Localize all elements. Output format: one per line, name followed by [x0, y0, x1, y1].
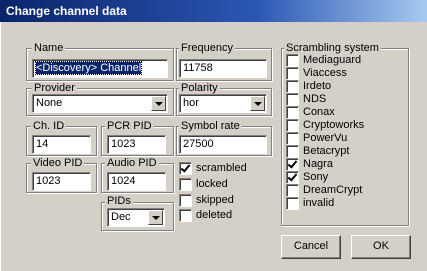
ch-id-label: Ch. ID — [31, 120, 67, 132]
scrambling-mediaguard-checkbox[interactable]: Mediaguard — [286, 54, 361, 67]
scrambling-cryptoworks-checkbox[interactable]: Cryptoworks — [286, 119, 364, 132]
scrambling-dreamcrypt-checkbox[interactable]: DreamCrypt — [286, 184, 362, 197]
checkbox-box[interactable] — [286, 54, 299, 67]
audio-pid-label: Audio PID — [105, 157, 159, 169]
ok-button[interactable]: OK — [351, 235, 411, 259]
audio-pid-field[interactable]: 1024 — [107, 172, 166, 191]
chevron-down-icon[interactable] — [250, 96, 265, 111]
pids-label: PIDs — [105, 195, 133, 207]
powervu-label: PowerVu — [303, 132, 348, 144]
checkbox-box[interactable] — [286, 67, 299, 80]
symbol-rate-label: Symbol rate — [179, 120, 242, 132]
provider-label: Provider — [32, 82, 77, 94]
polarity-dropdown[interactable]: hor — [179, 94, 267, 113]
checkbox-box[interactable] — [286, 184, 299, 197]
checkbox-box[interactable] — [179, 209, 192, 222]
checkbox-box[interactable] — [286, 132, 299, 145]
scrambled-label: scrambled — [196, 162, 247, 174]
scrambling-invalid-checkbox[interactable]: invalid — [286, 197, 334, 210]
polarity-label: Polarity — [179, 82, 220, 94]
scrambling-viaccess-checkbox[interactable]: Viaccess — [286, 67, 347, 80]
nds-label: NDS — [303, 93, 327, 105]
checkbox-box[interactable] — [286, 93, 299, 106]
nagra-label: Nagra — [303, 158, 333, 170]
provider-value: None — [36, 97, 63, 109]
ch-id-field[interactable]: 14 — [32, 135, 91, 154]
viaccess-label: Viaccess — [303, 67, 347, 79]
name-label: Name — [32, 42, 66, 54]
chevron-down-icon[interactable] — [148, 210, 163, 225]
scrambled-checkbox[interactable]: scrambled — [179, 162, 247, 175]
pcr-pid-label: PCR PID — [105, 120, 154, 132]
scrambling-betacrypt-checkbox[interactable]: Betacrypt — [286, 145, 349, 158]
betacrypt-label: Betacrypt — [303, 145, 350, 157]
deleted-label: deleted — [196, 209, 233, 221]
checkbox-box[interactable] — [286, 106, 299, 119]
scrambling-sony-checkbox[interactable]: Sony — [286, 171, 328, 184]
checkbox-box[interactable] — [286, 145, 299, 158]
scrambling-nagra-checkbox[interactable]: Nagra — [286, 158, 333, 171]
checkbox-box[interactable] — [286, 197, 299, 210]
scrambling-label: Scrambling system — [284, 42, 381, 54]
dialog-body: Name <Discovery> Channel Frequency 11758… — [0, 22, 427, 271]
window-title: Change channel data — [0, 0, 427, 22]
scrambling-nds-checkbox[interactable]: NDS — [286, 93, 326, 106]
video-pid-label: Video PID — [31, 157, 85, 169]
scrambling-conax-checkbox[interactable]: Conax — [286, 106, 335, 119]
skipped-checkbox[interactable]: skipped — [179, 194, 234, 207]
name-field[interactable]: <Discovery> Channel — [32, 59, 168, 78]
checkbox-box[interactable] — [286, 171, 299, 184]
invalid-label: invalid — [303, 197, 335, 209]
checkbox-box[interactable] — [286, 158, 299, 171]
checkbox-box[interactable] — [179, 162, 192, 175]
conax-label: Conax — [303, 106, 335, 118]
frequency-field[interactable]: 11758 — [179, 59, 267, 78]
dreamcrypt-label: DreamCrypt — [303, 184, 363, 196]
checkbox-box[interactable] — [179, 194, 192, 207]
provider-dropdown[interactable]: None — [32, 94, 168, 113]
name-value: <Discovery> Channel — [34, 61, 143, 75]
pids-dropdown[interactable]: Dec — [107, 208, 165, 227]
skipped-label: skipped — [196, 194, 234, 206]
checkbox-box[interactable] — [286, 119, 299, 132]
chevron-down-icon[interactable] — [151, 96, 166, 111]
locked-label: locked — [196, 178, 228, 190]
pids-value: Dec — [111, 211, 131, 223]
deleted-checkbox[interactable]: deleted — [179, 209, 232, 222]
scrambling-irdeto-checkbox[interactable]: Irdeto — [286, 80, 331, 93]
pcr-pid-field[interactable]: 1023 — [107, 135, 166, 154]
cryptoworks-label: Cryptoworks — [303, 119, 365, 131]
sony-label: Sony — [303, 171, 329, 183]
scrambling-powervu-checkbox[interactable]: PowerVu — [286, 132, 347, 145]
frequency-label: Frequency — [179, 42, 235, 54]
checkbox-box[interactable] — [286, 80, 299, 93]
cancel-button[interactable]: Cancel — [281, 235, 341, 259]
irdeto-label: Irdeto — [303, 80, 332, 92]
symbol-rate-field[interactable]: 27500 — [179, 135, 267, 154]
video-pid-field[interactable]: 1023 — [32, 172, 91, 191]
checkbox-box[interactable] — [179, 178, 192, 191]
locked-checkbox[interactable]: locked — [179, 178, 228, 191]
mediaguard-label: Mediaguard — [303, 54, 362, 66]
polarity-value: hor — [183, 97, 199, 109]
